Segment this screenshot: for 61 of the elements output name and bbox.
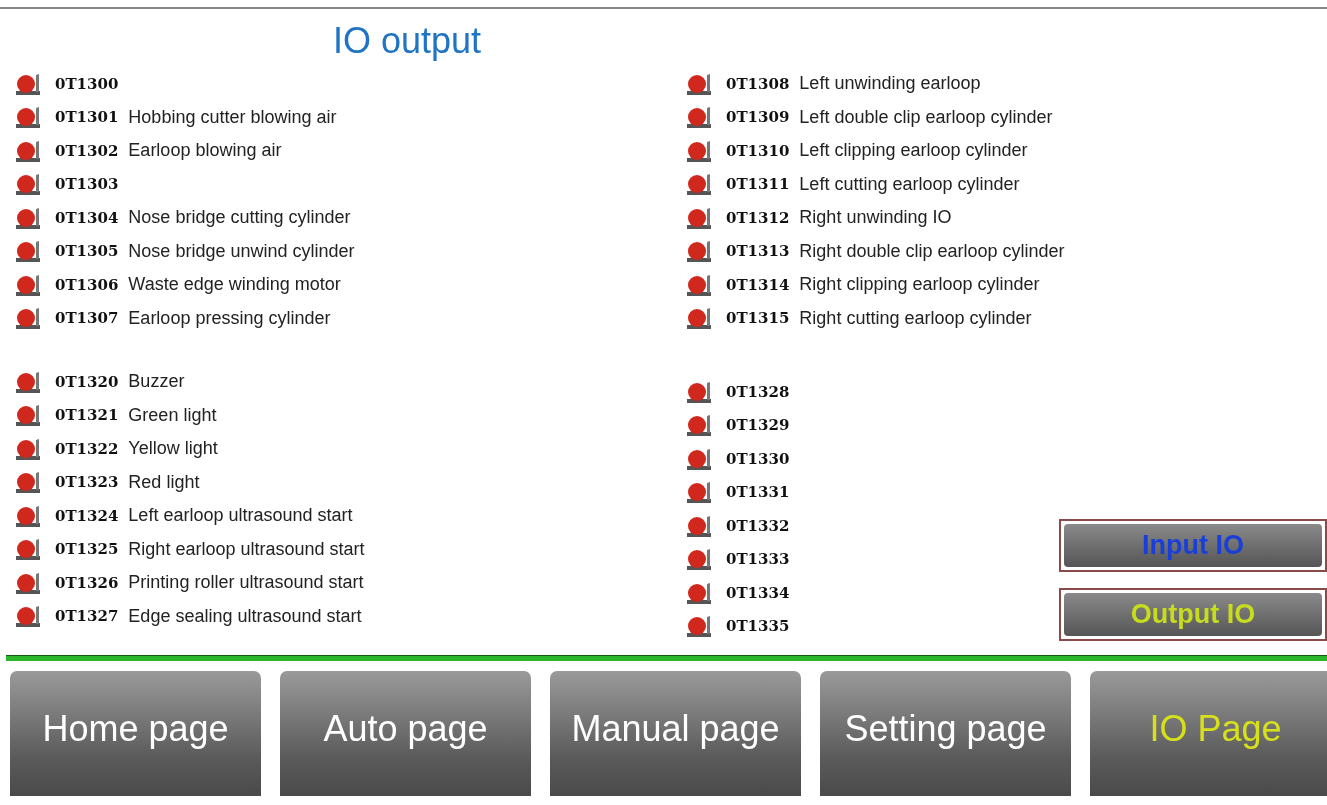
output-code: 0T1313	[726, 242, 790, 261]
output-code: 0T1321	[55, 406, 119, 425]
output-code: 0T1322	[55, 439, 119, 458]
output-label: Right earloop ultrasound start	[128, 538, 365, 560]
output-code: 0T1310	[726, 141, 790, 160]
output-code: 0T1309	[726, 108, 790, 127]
page-title: IO output	[332, 21, 483, 61]
output-code: 0T1323	[55, 473, 119, 492]
output-label: Printing roller ultrasound start	[128, 572, 364, 594]
output-label: Left double clip earloop cylinder	[799, 106, 1053, 128]
output-label: Left earloop ultrasound start	[128, 505, 353, 527]
output-code: 0T1304	[55, 208, 119, 227]
nav-tab[interactable]: Home page	[10, 671, 261, 796]
output-label: Buzzer	[128, 371, 185, 393]
nav-tab[interactable]: IO Page	[1090, 671, 1327, 796]
output-code: 0T1303	[55, 175, 119, 194]
output-code: 0T1334	[726, 583, 790, 602]
output-code: 0T1302	[55, 141, 119, 160]
nav-tab[interactable]: Auto page	[280, 671, 531, 796]
output-code: 0T1315	[726, 309, 790, 328]
output-label: Hobbing cutter blowing air	[128, 106, 337, 128]
output-code: 0T1307	[55, 309, 119, 328]
output-code: 0T1332	[726, 516, 790, 535]
output-code: 0T1327	[55, 607, 119, 626]
output-label: Right clipping earloop cylinder	[799, 274, 1040, 296]
output-code: 0T1330	[726, 449, 790, 468]
output-label: Edge sealing ultrasound start	[128, 605, 362, 627]
output-label: Left cutting earloop cylinder	[799, 173, 1020, 195]
output-code: 0T1326	[55, 573, 119, 592]
output-code: 0T1300	[55, 74, 119, 93]
output-label: Red light	[128, 471, 200, 493]
output-label: Left clipping earloop cylinder	[799, 140, 1028, 162]
output-code: 0T1329	[726, 416, 790, 435]
output-code: 0T1305	[55, 242, 119, 261]
output-code: 0T1331	[726, 483, 790, 502]
output-code: 0T1335	[726, 617, 790, 636]
output-code: 0T1320	[55, 372, 119, 391]
output-label: Earloop blowing air	[128, 140, 282, 162]
output-code: 0T1333	[726, 550, 790, 569]
output-code: 0T1301	[55, 108, 119, 127]
output-code: 0T1328	[726, 382, 790, 401]
io-button[interactable]: Output IO	[1059, 588, 1327, 641]
nav-tab[interactable]: Setting page	[820, 671, 1071, 796]
output-code: 0T1314	[726, 275, 790, 294]
output-code: 0T1324	[55, 506, 119, 525]
output-code: 0T1311	[726, 175, 790, 194]
output-label: Earloop pressing cylinder	[128, 307, 331, 329]
output-label: Right cutting earloop cylinder	[799, 307, 1032, 329]
output-code: 0T1312	[726, 208, 790, 227]
nav-tab[interactable]: Manual page	[550, 671, 801, 796]
output-code: 0T1325	[55, 540, 119, 559]
output-label: Right double clip earloop cylinder	[799, 240, 1065, 262]
output-label: Nose bridge unwind cylinder	[128, 240, 355, 262]
output-label: Nose bridge cutting cylinder	[128, 207, 351, 229]
output-label: Left unwinding earloop	[799, 73, 981, 95]
output-code: 0T1306	[55, 275, 119, 294]
output-label: Waste edge winding motor	[128, 274, 341, 296]
output-code: 0T1308	[726, 74, 790, 93]
output-label: Green light	[128, 404, 217, 426]
output-label: Right unwinding IO	[799, 207, 952, 229]
output-label: Yellow light	[128, 438, 218, 460]
